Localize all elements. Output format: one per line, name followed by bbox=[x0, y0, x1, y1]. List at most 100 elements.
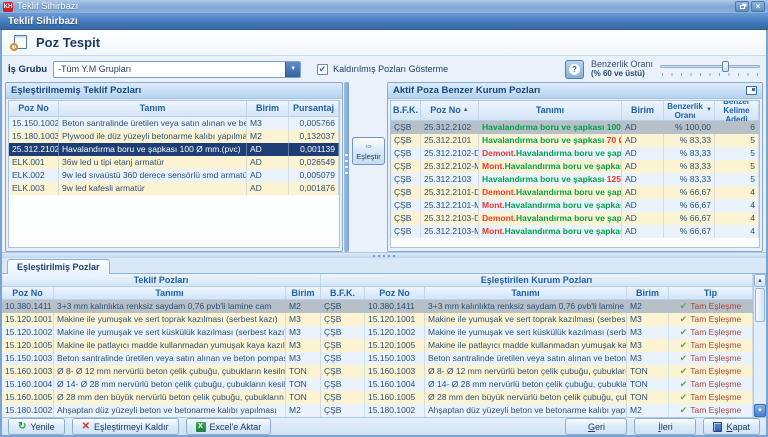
column-header-poz-no[interactable]: Poz No bbox=[9, 101, 59, 116]
slider-track[interactable] bbox=[660, 65, 760, 68]
table-row[interactable]: ÇŞB25.312.2101-DDemont.Havalandırma boru… bbox=[391, 186, 759, 199]
scroll-down-button[interactable]: ▼ bbox=[754, 404, 766, 417]
table-row[interactable]: ÇŞB25.312.2101Havalandırma boru ve şapka… bbox=[391, 134, 759, 147]
app-icon: KH bbox=[3, 2, 13, 12]
similar-table-header: B.F.K. Poz No▲ Tanımı Birim Benzerlik Or… bbox=[391, 101, 759, 121]
restore-button[interactable] bbox=[735, 1, 749, 12]
column-header-tanim[interactable]: Tanım bbox=[59, 101, 247, 116]
cell-poz-no: 15.160.1003 bbox=[2, 365, 54, 378]
unmatched-panel-header: Eşleştirilmemiş Teklif Pozları bbox=[6, 83, 342, 99]
cell-poz-no: 25.312.2102 bbox=[421, 121, 479, 134]
show-removed-checkbox-wrap[interactable]: ✔ Kaldırılmış Pozları Gösterme bbox=[317, 64, 448, 75]
cell-benzer-kelime-adedi: 6 bbox=[715, 121, 759, 134]
column-header-bfk[interactable]: B.F.K. bbox=[321, 287, 365, 299]
table-row[interactable]: ÇŞB25.312.2103Havalandırma boru ve şapka… bbox=[391, 173, 759, 186]
table-row[interactable]: ELK.00136w led u tipi etanj armatürAD0,0… bbox=[9, 156, 339, 169]
table-row[interactable]: 15.150.1003Beton santralinde üretilen ve… bbox=[2, 352, 753, 365]
unmatched-table-header: Poz No Tanım Birim Pursantaj bbox=[9, 101, 339, 117]
is-grubu-label: İş Grubu bbox=[8, 64, 47, 75]
close-button-footer[interactable]: Kapat bbox=[703, 418, 760, 435]
dropdown-arrow-icon[interactable]: ▼ bbox=[285, 62, 300, 77]
next-button[interactable]: İleri bbox=[634, 418, 696, 435]
match-button[interactable]: ⇔ Eşleştir bbox=[352, 137, 385, 165]
cell-birim: AD bbox=[622, 121, 664, 134]
cell-tanim: Havalandırma boru ve şapkası 100 Ø mm.(p… bbox=[59, 143, 247, 156]
column-header-poz-no[interactable]: Poz No▲ bbox=[421, 101, 479, 120]
cell-bfk: ÇŞB bbox=[321, 352, 365, 365]
popup-window-icon[interactable] bbox=[746, 86, 757, 95]
cell-tanim: Ø 28 mm den büyük nervürlü beton çelik ç… bbox=[54, 391, 286, 404]
tab-eslestirilmis-pozlar[interactable]: Eşleştirilmiş Pozlar bbox=[7, 259, 110, 274]
horizontal-splitter[interactable] bbox=[2, 252, 766, 258]
check-icon: ✔ bbox=[680, 365, 688, 378]
column-header-benzerlik-orani[interactable]: Benzerlik Oranı▼ bbox=[664, 101, 715, 120]
footer-bar: ↻Yenile ✕Eşleştirmeyi Kaldır XExcel'e Ak… bbox=[2, 417, 766, 435]
table-row[interactable]: ÇŞB25.312.2103-MMont.Havalandırma boru v… bbox=[391, 225, 759, 238]
table-row[interactable]: 15.160.1004Ø 14- Ø 28 mm nervürlü beton … bbox=[2, 378, 753, 391]
cell-birim: M3 bbox=[286, 313, 321, 326]
column-header-birim[interactable]: Birim bbox=[247, 101, 289, 116]
matched-table-header: Poz No Tanımı Birim B.F.K. Poz No Tanımı… bbox=[2, 287, 753, 300]
cell-poz-no: 15.120.1005 bbox=[365, 339, 425, 352]
cell-poz-no: 25.312.2102-D bbox=[421, 147, 479, 160]
column-header-bfk[interactable]: B.F.K. bbox=[391, 101, 421, 120]
close-button[interactable]: × bbox=[751, 1, 765, 12]
unmatched-panel-title: Eşleştirilmemiş Teklif Pozları bbox=[11, 85, 141, 96]
back-button[interactable]: Geri bbox=[565, 418, 627, 435]
column-header-poz-no[interactable]: Poz No bbox=[365, 287, 425, 299]
column-header-tanimi[interactable]: Tanımı bbox=[479, 101, 622, 120]
vertical-scrollbar[interactable]: ▲ ▼ bbox=[753, 274, 766, 417]
checkbox-checked-icon[interactable]: ✔ bbox=[317, 64, 328, 75]
cell-poz-no: 15.120.1001 bbox=[2, 313, 54, 326]
benzerlik-slider[interactable] bbox=[660, 60, 760, 78]
table-row[interactable]: ÇŞB25.312.2103-DDemont.Havalandırma boru… bbox=[391, 212, 759, 225]
cell-birim: AD bbox=[622, 173, 664, 186]
column-header-birim[interactable]: Birim bbox=[286, 287, 321, 299]
group-header-kurum: Eşleştirilen Kurum Pozları bbox=[321, 274, 753, 286]
column-header-birim[interactable]: Birim bbox=[622, 101, 664, 120]
table-row[interactable]: 15.120.1001Makine ile yumuşak ve sert to… bbox=[2, 313, 753, 326]
remove-match-button[interactable]: ✕Eşleştirmeyi Kaldır bbox=[72, 418, 179, 435]
table-row[interactable]: 15.180.1002Ahşaptan düz yüzeyli beton ve… bbox=[2, 404, 753, 417]
table-row[interactable]: 15.160.1005Ø 28 mm den büyük nervürlü be… bbox=[2, 391, 753, 404]
column-header-pursantaj[interactable]: Pursantaj bbox=[289, 101, 339, 116]
column-header-tanimi[interactable]: Tanımı bbox=[425, 287, 627, 299]
table-row[interactable]: 15.150.1002Beton santralinde üretilen ve… bbox=[9, 117, 339, 130]
cell-birim: AD bbox=[622, 186, 664, 199]
table-row[interactable]: ELK.0029w led sıvaüstü 360 derece sensör… bbox=[9, 169, 339, 182]
vertical-splitter[interactable] bbox=[344, 82, 349, 252]
table-row[interactable]: 10.380.14113+3 mm kalınlıkta renksiz say… bbox=[2, 300, 753, 313]
slider-thumb[interactable] bbox=[722, 61, 729, 72]
table-row[interactable]: 15.160.1003Ø 8- Ø 12 mm nervürlü beton ç… bbox=[2, 365, 753, 378]
table-row[interactable]: ÇŞB25.312.2102Havalandırma boru ve şapka… bbox=[391, 121, 759, 134]
table-row[interactable]: 15.120.1002Makine ile yumuşak ve sert kü… bbox=[2, 326, 753, 339]
cell-tanim: Beton santralinde üretilen veya satın al… bbox=[59, 117, 247, 130]
excel-icon: X bbox=[196, 422, 206, 432]
cell-tip: ✔Tam Eşleşme bbox=[669, 313, 753, 326]
window-title: Teklif Sihirbazı bbox=[17, 1, 78, 12]
table-row[interactable]: ÇŞB25.312.2101-MMont.Havalandırma boru v… bbox=[391, 199, 759, 212]
column-header-benzer-kelime[interactable]: Benzer Kelime Adedi bbox=[715, 101, 759, 120]
table-row[interactable]: ÇŞB25.312.2102-DDemont.Havalandırma boru… bbox=[391, 147, 759, 160]
is-grubu-dropdown[interactable]: -Tüm Y.M Grupları ▼ bbox=[53, 61, 301, 78]
cell-bfk: ÇŞB bbox=[321, 378, 365, 391]
splitter-grip bbox=[345, 154, 348, 176]
table-row[interactable]: 15.120.1005Makine ile patlayıcı madde ku… bbox=[2, 339, 753, 352]
benzerlik-orani-label: Benzerlik Oranı bbox=[591, 59, 653, 69]
table-row[interactable]: 15.180.1003Plywood ile düz yüzeyli beton… bbox=[9, 130, 339, 143]
table-row[interactable]: ÇŞB25.312.2102-MMont.Havalandırma boru v… bbox=[391, 160, 759, 173]
scroll-up-button[interactable]: ▲ bbox=[754, 274, 766, 287]
matched-table: Teklif Pozları Eşleştirilen Kurum Pozlar… bbox=[2, 274, 766, 417]
help-button[interactable]: ? bbox=[565, 60, 584, 79]
table-row[interactable]: ELK.0039w led kafesli armatürAD0,001876 bbox=[9, 182, 339, 195]
column-header-tanimi[interactable]: Tanımı bbox=[54, 287, 286, 299]
matched-rows: 10.380.14113+3 mm kalınlıkta renksiz say… bbox=[2, 300, 753, 417]
cell-bfk: ÇŞB bbox=[321, 313, 365, 326]
column-header-poz-no[interactable]: Poz No bbox=[2, 287, 54, 299]
scroll-thumb[interactable] bbox=[755, 288, 765, 322]
column-header-tip[interactable]: Tip bbox=[669, 287, 753, 299]
table-row[interactable]: 25.312.2102Havalandırma boru ve şapkası … bbox=[9, 143, 339, 156]
column-header-birim[interactable]: Birim bbox=[627, 287, 669, 299]
refresh-button[interactable]: ↻Yenile bbox=[8, 418, 65, 435]
export-excel-button[interactable]: XExcel'e Aktar bbox=[186, 418, 272, 435]
